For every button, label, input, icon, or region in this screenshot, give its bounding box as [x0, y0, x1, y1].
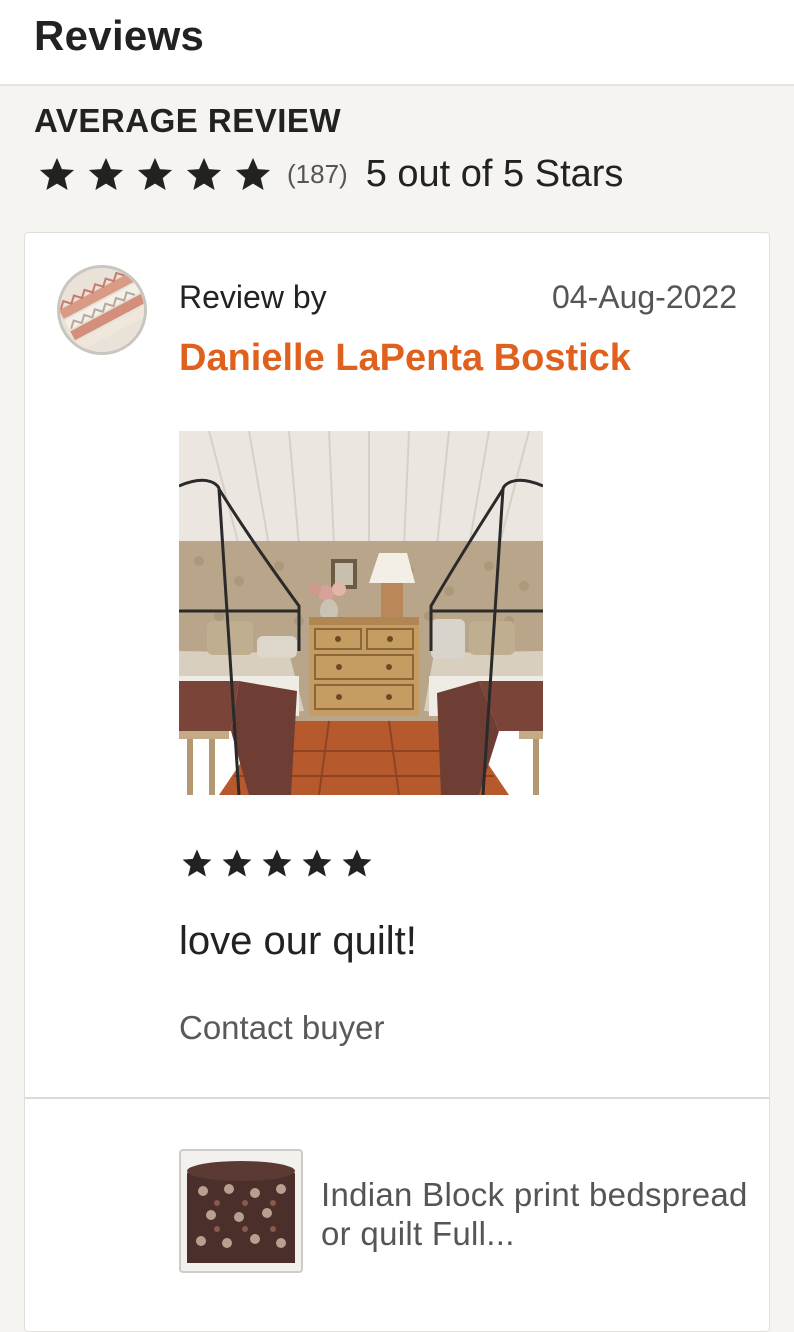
average-review-label: AVERAGE REVIEW — [34, 102, 342, 139]
review-by-label: Review by — [179, 279, 327, 315]
star-icon — [185, 155, 223, 193]
star-icon — [221, 847, 253, 879]
review-text: love our quilt! — [179, 919, 417, 963]
star-icon — [234, 155, 272, 193]
star-icon — [38, 155, 76, 193]
avatar-image — [60, 268, 144, 352]
review-star-rating — [181, 847, 381, 879]
review-date: 04-Aug-2022 — [551, 279, 737, 315]
star-icon — [136, 155, 174, 193]
product-title-link[interactable]: Indian Block print bedspread or quilt Fu… — [321, 1175, 751, 1253]
star-icon — [181, 847, 213, 879]
reviewer-avatar[interactable] — [57, 265, 147, 355]
star-icon — [261, 847, 293, 879]
review-photo[interactable] — [179, 431, 543, 795]
bedroom-photo-image — [179, 431, 543, 795]
review-count: (187) — [287, 158, 348, 189]
average-rating-text: 5 out of 5 Stars — [365, 152, 624, 195]
page-title: Reviews — [34, 12, 205, 59]
star-icon — [341, 847, 373, 879]
quilt-thumbnail-image — [181, 1151, 301, 1271]
star-icon — [87, 155, 125, 193]
divider — [25, 1097, 769, 1099]
reviewer-name-link[interactable]: Danielle LaPenta Bostick — [179, 337, 631, 380]
star-icon — [301, 847, 333, 879]
contact-buyer-link[interactable]: Contact buyer — [179, 1009, 384, 1047]
review-card: Review by 04-Aug-2022 Danielle LaPenta B… — [24, 232, 770, 1332]
product-thumbnail[interactable] — [179, 1149, 303, 1273]
average-rating-row: (187) 5 out of 5 Stars — [38, 148, 623, 200]
average-star-rating — [38, 155, 283, 193]
page-header: Reviews — [0, 0, 794, 86]
